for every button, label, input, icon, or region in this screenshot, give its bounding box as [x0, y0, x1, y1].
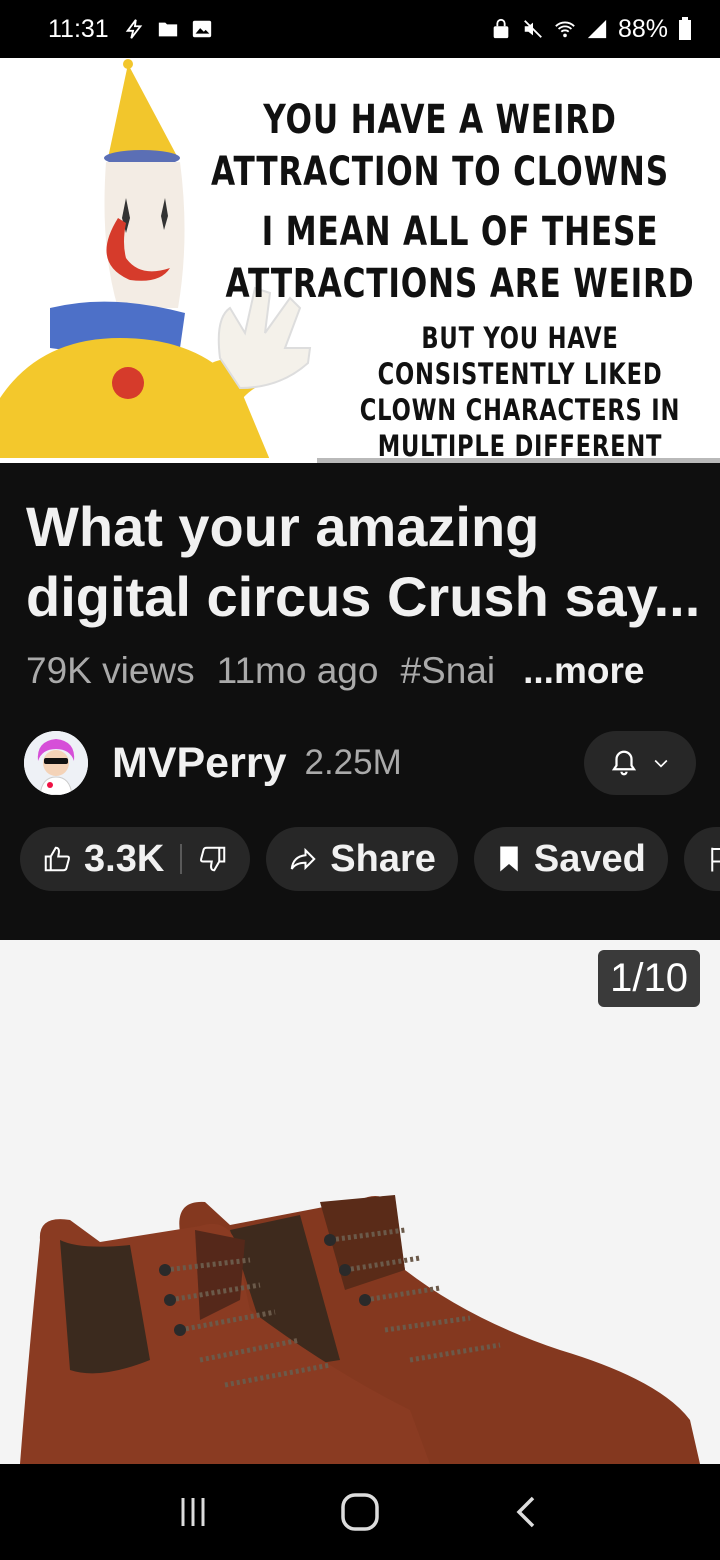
video-caption-line1: YOU HAVE A WEIRD ATTRACTION TO CLOWNS	[211, 97, 669, 195]
like-dislike-pill: 3.3K	[20, 827, 251, 891]
signal-icon	[587, 19, 607, 39]
recent-apps-icon[interactable]	[173, 1492, 213, 1532]
status-time: 11:31	[48, 14, 109, 43]
flag-icon	[711, 847, 720, 872]
back-icon[interactable]	[507, 1492, 547, 1532]
status-bar: 11:31 88%	[0, 0, 720, 58]
carousel-counter: 1/10	[598, 950, 700, 1007]
system-nav-bar	[0, 1464, 720, 1560]
video-caption-line2: I MEAN ALL OF THESE ATTRACTIONS ARE WEIR…	[225, 209, 695, 307]
lock-icon	[493, 18, 509, 39]
wifi-icon	[555, 21, 575, 38]
chevron-down-icon	[654, 759, 668, 768]
mute-icon	[524, 20, 542, 38]
share-button[interactable]: Share	[266, 827, 458, 891]
channel-name[interactable]: MVPerry	[112, 739, 286, 788]
action-bar: 3.3K Share Saved	[20, 827, 720, 891]
flash-icon	[125, 19, 142, 39]
avatar-image	[24, 731, 88, 795]
report-button[interactable]	[683, 827, 720, 891]
saved-button[interactable]: Saved	[473, 827, 668, 891]
subscription-bell-button[interactable]	[584, 731, 696, 795]
channel-avatar[interactable]	[24, 731, 88, 795]
saved-label: Saved	[533, 837, 646, 880]
like-icon[interactable]	[42, 844, 72, 874]
video-caption-line3: BUT YOU HAVE CONSISTENTLY LIKED CLOWN CH…	[359, 321, 681, 460]
folder-icon	[158, 22, 177, 37]
video-meta[interactable]: 79K views 11mo ago #Snai ...more	[26, 650, 644, 692]
battery-icon	[679, 17, 691, 40]
video-title[interactable]: What your amazing digital circus Crush s…	[26, 492, 706, 632]
upload-age: 11mo ago	[216, 650, 379, 691]
subscriber-count: 2.25M	[304, 743, 402, 782]
gallery-icon	[192, 20, 211, 38]
product-carousel[interactable]: 1/10	[0, 940, 720, 1464]
video-player[interactable]: YOU HAVE A WEIRD ATTRACTION TO CLOWNS I …	[0, 58, 720, 460]
channel-row: MVPerry 2.25M	[24, 730, 696, 796]
like-count[interactable]: 3.3K	[84, 838, 164, 881]
boots-image	[20, 1195, 701, 1464]
hashtag[interactable]: #Snai	[400, 650, 495, 692]
dislike-icon[interactable]	[198, 844, 228, 874]
view-count: 79K views	[26, 650, 195, 691]
share-label: Share	[330, 837, 436, 880]
bell-icon	[611, 750, 637, 776]
video-progress-fill	[0, 458, 317, 463]
video-progress-bar[interactable]	[0, 458, 720, 463]
home-icon[interactable]	[338, 1490, 382, 1534]
battery-percent: 88%	[617, 14, 668, 43]
share-icon	[291, 847, 316, 871]
bookmark-icon	[500, 846, 518, 872]
more-button[interactable]: ...more	[523, 650, 644, 692]
